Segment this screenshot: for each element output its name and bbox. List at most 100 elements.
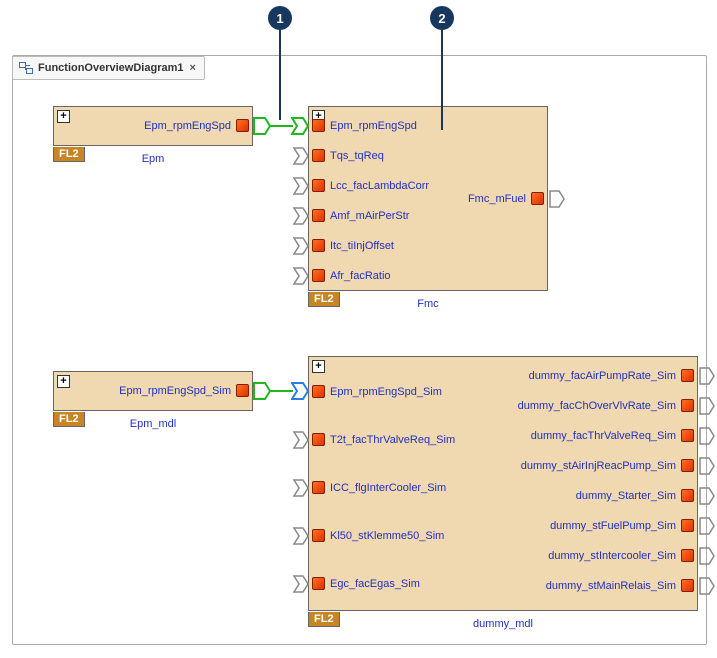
port-label: Afr_facRatio [330,270,391,282]
port-label: Itc_tiInjOffset [330,240,394,252]
diagram-icon [19,62,33,74]
port-square-icon [312,529,325,542]
port-fmc-out-0[interactable]: Fmc_mFuel [468,192,547,205]
port-dummy-out-2[interactable]: dummy_facThrValveReq_Sim [531,429,697,442]
port-label: dummy_stMainRelais_Sim [546,580,676,592]
port-square-icon [681,399,694,412]
port-square-icon [681,519,694,532]
callout-pin-2: 2 [430,6,454,30]
port-label: ICC_flgInterCooler_Sim [330,482,446,494]
port-square-icon [312,119,325,132]
arrow-out-icon [699,487,711,503]
port-square-icon [236,384,249,397]
port-label: Amf_mAirPerStr [330,210,409,222]
block-tag: FL2 [308,292,340,307]
port-square-icon [312,179,325,192]
port-square-icon [312,577,325,590]
port-dummy-in-0[interactable]: Epm_rpmEngSpd_Sim [309,385,442,398]
arrow-out-icon [253,382,271,400]
expand-icon[interactable]: + [312,360,325,373]
port-dummy-out-3[interactable]: dummy_stAirInjReacPump_Sim [521,459,697,472]
close-icon[interactable]: × [190,62,196,74]
port-fmc-in-4[interactable]: Itc_tiInjOffset [309,239,394,252]
arrow-in-icon [293,479,305,495]
tab-function-overview[interactable]: FunctionOverviewDiagram1 × [12,56,205,80]
block-name: dummy_mdl [473,618,533,630]
port-epmmdl-out-0[interactable]: Epm_rpmEngSpd_Sim [119,384,252,397]
port-label: Epm_rpmEngSpd [330,120,417,132]
arrow-out-icon [699,517,711,533]
port-square-icon [312,481,325,494]
arrow-in-icon [293,575,305,591]
expand-icon[interactable]: + [57,110,70,123]
block-name: Fmc [417,298,438,310]
port-label: Epm_rpmEngSpd [144,120,231,132]
arrow-in-icon [291,382,309,400]
port-dummy-out-0[interactable]: dummy_facAirPumpRate_Sim [529,369,697,382]
port-epm-rpmengspd-out[interactable]: Epm_rpmEngSpd [144,119,252,132]
port-label: dummy_stIntercooler_Sim [548,550,676,562]
port-label: Epm_rpmEngSpd_Sim [330,386,442,398]
port-square-icon [681,549,694,562]
port-square-icon [312,149,325,162]
arrow-out-icon [549,190,561,206]
arrow-in-icon [293,431,305,447]
block-name: Epm [142,153,165,165]
callout-line-2 [441,30,443,130]
port-fmc-in-0[interactable]: Epm_rpmEngSpd [309,119,417,132]
port-fmc-in-3[interactable]: Amf_mAirPerStr [309,209,409,222]
port-square-icon [236,119,249,132]
port-dummy-out-7[interactable]: dummy_stMainRelais_Sim [546,579,697,592]
block-epm-mdl[interactable]: + Epm_rpmEngSpd_Sim FL2 Epm_mdl [53,371,253,411]
arrow-out-icon [253,117,271,135]
arrow-in-icon [293,177,305,193]
port-dummy-in-1[interactable]: T2t_facThrValveReq_Sim [309,433,455,446]
port-dummy-out-4[interactable]: dummy_Starter_Sim [576,489,697,502]
callout-pin-1: 1 [268,6,292,30]
port-label: dummy_facChOverVlvRate_Sim [518,400,676,412]
port-square-icon [681,369,694,382]
port-dummy-out-5[interactable]: dummy_stFuelPump_Sim [550,519,697,532]
port-square-icon [531,192,544,205]
port-square-icon [312,433,325,446]
callout-line-1 [279,30,281,120]
port-fmc-in-1[interactable]: Tqs_tqReq [309,149,384,162]
tabbar: FunctionOverviewDiagram1 × [12,55,205,81]
port-fmc-in-5[interactable]: Afr_facRatio [309,269,391,282]
port-square-icon [312,385,325,398]
arrow-out-icon [699,457,711,473]
port-label: dummy_Starter_Sim [576,490,676,502]
port-square-icon [681,459,694,472]
port-dummy-in-3[interactable]: Kl50_stKlemme50_Sim [309,529,444,542]
port-dummy-in-2[interactable]: ICC_flgInterCooler_Sim [309,481,446,494]
port-label: Tqs_tqReq [330,150,384,162]
arrow-in-icon [293,527,305,543]
arrow-in-icon [291,117,309,135]
diagram-frame: + Epm_rpmEngSpd FL2 Epm + Epm_rpmEngSpd [12,55,707,645]
expand-icon[interactable]: + [57,375,70,388]
port-fmc-in-2[interactable]: Lcc_facLambdaCorr [309,179,429,192]
block-fmc[interactable]: + Epm_rpmEngSpd Tqs_tqReq Lcc_facLambdaC… [308,106,548,291]
port-label: dummy_stFuelPump_Sim [550,520,676,532]
port-label: Lcc_facLambdaCorr [330,180,429,192]
arrow-out-icon [699,367,711,383]
port-label: dummy_facAirPumpRate_Sim [529,370,676,382]
block-dummy-mdl[interactable]: + Epm_rpmEngSpd_Sim T2t_facThrValveReq_S… [308,356,698,611]
port-square-icon [312,209,325,222]
arrow-in-icon [293,147,305,163]
port-dummy-in-4[interactable]: Egc_facEgas_Sim [309,577,420,590]
block-epm[interactable]: + Epm_rpmEngSpd FL2 Epm [53,106,253,146]
port-label: T2t_facThrValveReq_Sim [330,434,455,446]
block-tag: FL2 [308,612,340,627]
port-dummy-out-1[interactable]: dummy_facChOverVlvRate_Sim [518,399,697,412]
port-square-icon [312,269,325,282]
block-tag: FL2 [53,412,85,427]
port-square-icon [681,489,694,502]
arrow-out-icon [699,427,711,443]
arrow-out-icon [699,397,711,413]
arrow-out-icon [699,577,711,593]
wire-epm-fmc [269,125,293,127]
port-dummy-out-6[interactable]: dummy_stIntercooler_Sim [548,549,697,562]
tab-title: FunctionOverviewDiagram1 [38,62,184,74]
arrow-in-icon [293,237,305,253]
